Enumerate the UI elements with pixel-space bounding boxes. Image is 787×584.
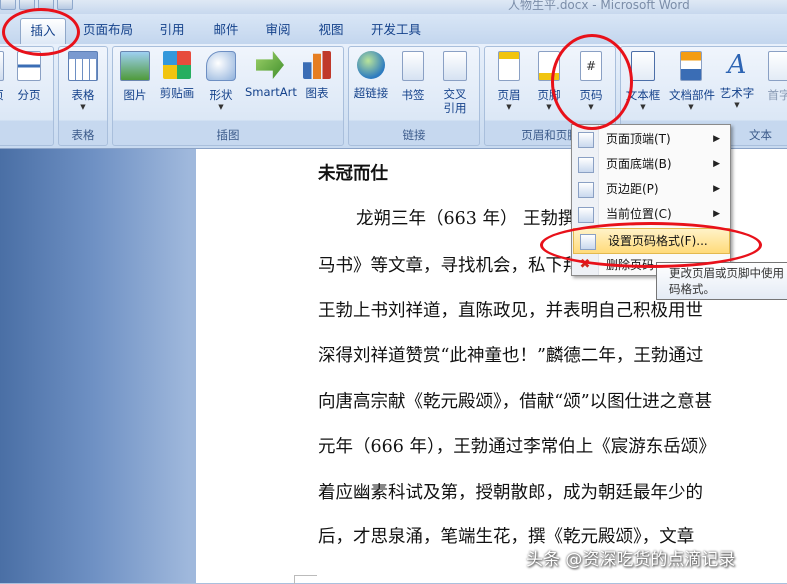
group-label-table: 表格 xyxy=(71,128,95,142)
office-button-icon[interactable] xyxy=(0,0,16,10)
annotation-ring-page-number xyxy=(551,34,633,130)
shapes-icon xyxy=(206,51,236,81)
dropdown-arrow-icon: ▼ xyxy=(688,103,694,111)
submenu-arrow-icon: ▶ xyxy=(713,184,720,194)
tab-developer[interactable]: 开发工具 xyxy=(364,18,428,42)
document-line: 王勃上书刘祥道，直陈政见，并表明自己积极用世 xyxy=(318,301,703,321)
hyperlink-button[interactable]: 超链接 xyxy=(353,51,389,101)
document-line: 深得刘祥道赞赏“此神童也！”麟德二年，王勃通过 xyxy=(318,346,704,366)
group-pages: 页 分页 xyxy=(0,46,54,146)
watermark: 头条 @资深吃货的点滴记录 xyxy=(526,550,736,570)
print-preview-icon[interactable] xyxy=(57,0,73,10)
submenu-arrow-icon: ▶ xyxy=(713,209,720,219)
page-break-button[interactable]: 分页 xyxy=(11,51,47,103)
wordart-icon: A xyxy=(727,50,747,80)
dropdown-arrow-icon: ▼ xyxy=(640,103,646,111)
wordart-button[interactable]: A 艺术字 ▼ xyxy=(719,51,755,109)
globe-link-icon xyxy=(357,51,385,79)
chart-icon xyxy=(303,51,331,79)
menu-item-top-of-page[interactable]: 页面顶端(T) ▶ xyxy=(572,127,730,151)
menu-item-page-margins[interactable]: 页边距(P) ▶ xyxy=(572,177,730,201)
document-line: 着应幽素科试及第，授朝散郎，成为朝廷最年少的 xyxy=(318,483,703,503)
clipart-icon xyxy=(163,51,191,79)
cover-page-button[interactable]: 页 xyxy=(0,51,7,103)
tab-references[interactable]: 引用 xyxy=(152,18,192,42)
menu-tooltip: 更改页眉或页脚中使用 码格式。 xyxy=(656,262,787,300)
dropdown-arrow-icon: ▼ xyxy=(80,103,86,111)
submenu-arrow-icon: ▶ xyxy=(713,159,720,169)
annotation-ring-insert-tab xyxy=(2,8,80,56)
tab-mailings[interactable]: 邮件 xyxy=(206,18,246,42)
group-illustrations: 图片 剪贴画 形状 ▼ SmartArt 图表 插图 xyxy=(112,46,344,146)
smartart-button[interactable]: SmartArt xyxy=(245,51,297,99)
table-button[interactable]: 表格 ▼ xyxy=(65,51,101,111)
group-label-illustrations: 插图 xyxy=(216,128,240,142)
page-top-icon xyxy=(578,132,594,148)
group-table: 表格 ▼ 表格 xyxy=(58,46,108,146)
dropdown-arrow-icon: ▼ xyxy=(506,103,512,111)
tab-view[interactable]: 视图 xyxy=(311,18,351,42)
group-label-links: 链接 xyxy=(402,128,426,142)
group-links: 超链接 书签 交叉 引用 链接 xyxy=(348,46,480,146)
document-line: 向唐高宗献《乾元殿颂》，借献“颂”以图仕进之意甚 xyxy=(318,392,713,412)
tab-page-layout[interactable]: 页面布局 xyxy=(78,18,138,42)
page-icon xyxy=(0,51,4,81)
ribbon-tabs: 插入 页面布局 引用 邮件 审阅 视图 开发工具 xyxy=(0,14,787,44)
shapes-button[interactable]: 形状 ▼ xyxy=(203,51,239,111)
document-heading: 未冠而仕 xyxy=(318,164,388,184)
chart-button[interactable]: 图表 xyxy=(299,51,335,101)
header-button[interactable]: 页眉 ▼ xyxy=(491,51,527,111)
quick-parts-icon xyxy=(680,51,702,81)
title-bar: 人物生平.docx - Microsoft Word xyxy=(0,0,787,14)
window-title: 人物生平.docx - Microsoft Word xyxy=(508,0,690,12)
quick-parts-button[interactable]: 文档部件 ▼ xyxy=(669,51,715,111)
page-bottom-icon xyxy=(578,157,594,173)
cross-reference-icon xyxy=(443,51,467,81)
textbox-icon xyxy=(631,51,655,81)
cross-reference-button[interactable]: 交叉 引用 xyxy=(437,51,473,115)
document-line: 元年（666 年），王勃通过李常伯上《宸游东岳颂》 xyxy=(318,437,716,457)
drop-cap-button[interactable]: 首字 xyxy=(761,51,787,103)
submenu-arrow-icon: ▶ xyxy=(713,134,720,144)
page-margin-icon xyxy=(578,182,594,198)
tab-review[interactable]: 审阅 xyxy=(258,18,298,42)
annotation-ring-format-item xyxy=(540,222,762,268)
picture-icon xyxy=(120,51,150,81)
clipart-button[interactable]: 剪贴画 xyxy=(159,51,195,101)
header-icon xyxy=(498,51,520,81)
drop-cap-icon xyxy=(768,51,787,81)
picture-button[interactable]: 图片 xyxy=(117,51,153,103)
current-position-icon xyxy=(578,207,594,223)
smartart-icon xyxy=(256,51,284,79)
bookmark-button[interactable]: 书签 xyxy=(395,51,431,103)
dropdown-arrow-icon: ▼ xyxy=(218,103,224,111)
table-icon xyxy=(68,51,98,81)
tooltip-line: 更改页眉或页脚中使用 xyxy=(669,266,784,280)
bookmark-icon xyxy=(402,51,424,81)
dropdown-arrow-icon: ▼ xyxy=(734,101,740,109)
menu-item-bottom-of-page[interactable]: 页面底端(B) ▶ xyxy=(572,152,730,176)
tooltip-line: 码格式。 xyxy=(669,282,715,296)
